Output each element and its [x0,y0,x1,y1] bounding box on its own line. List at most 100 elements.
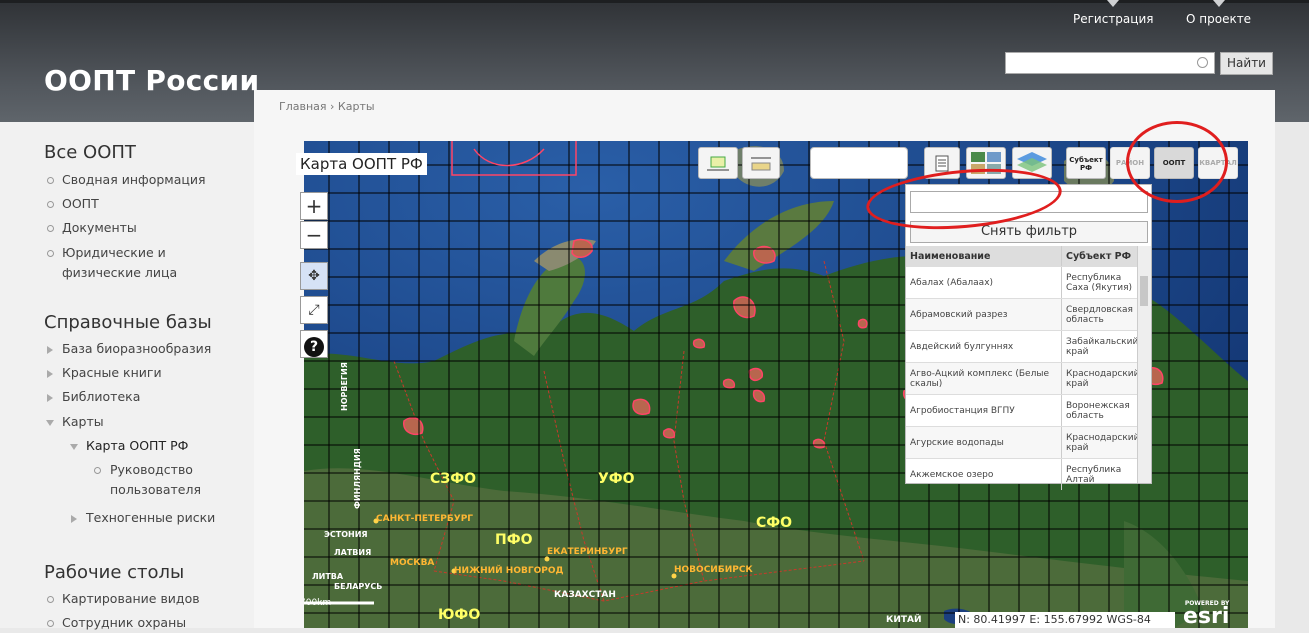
table-row[interactable]: Абрамовский разрез Свердловская область [906,298,1139,330]
label-nnovgorod: НИЖНИЙ НОВГОРОД [454,564,564,576]
register-label[interactable]: Регистрация [1073,12,1153,26]
table-row[interactable]: Авдейский булгуннях Забайкальский край [906,330,1139,362]
bullet-icon [94,467,101,474]
label-ekb: ЕКАТЕРИНБУРГ [547,547,628,557]
map-title: Карта ООПТ РФ [296,153,427,175]
label-belarus: БЕЛАРУСЬ [334,582,382,591]
sidebar-item-library[interactable]: Библиотека [62,387,140,407]
label-szfo: СЗФО [430,471,476,487]
breadcrumb-current[interactable]: Карты [338,100,375,113]
measure-area-icon[interactable] [698,147,738,179]
zoom-out-button[interactable]: − [300,221,328,249]
breadcrumb: Главная › Карты [279,100,375,113]
table-scrollbar[interactable] [1137,246,1151,483]
label-nsk: НОВОСИБИРСК [674,565,753,575]
expand-icon[interactable] [47,346,53,354]
sidebar-item-map-oopt[interactable]: Карта ООПТ РФ [86,436,188,456]
table-header: Наименование Субъект РФ [906,246,1139,266]
cell-subject: Республика Саха (Якутия) [1061,267,1139,298]
sidebar-item-risks[interactable]: Техногенные риски [86,508,215,528]
label-estonia: ЭСТОНИЯ [324,530,368,539]
label-ufo: УФО [598,471,635,487]
table-row[interactable]: Агурские водопады Краснодарский край [906,426,1140,458]
about-link[interactable]: О проекте [1186,0,1251,26]
cell-name: Агурские водопады [910,437,1004,448]
collapse-icon[interactable] [70,444,78,450]
cell-name: Акжемское озеро [910,469,994,480]
oopt-table: Наименование Субъект РФ Абалах (Абалаах)… [906,246,1140,490]
cell-name: Абрамовский разрез [910,309,1008,320]
label-yufo: ЮФО [438,607,480,623]
sidebar-item-summary[interactable]: Сводная информация [62,170,206,190]
sidebar-item-oopt[interactable]: ООПТ [62,194,99,214]
scrollbar-thumb[interactable] [1140,276,1148,306]
bullet-icon [47,225,54,232]
breadcrumb-separator: › [330,100,335,113]
annotation-ellipse [1126,121,1228,203]
scale-label: 700km [304,598,331,608]
expand-icon[interactable] [71,515,77,523]
bullet-icon [47,620,54,627]
sidebar-item-species[interactable]: Картирование видов [62,589,200,609]
bullet-icon [47,201,54,208]
site-title[interactable]: ООПТ России [44,64,259,97]
collapse-icon[interactable] [46,420,54,426]
label-finland: ФИНЛЯНДИЯ [353,448,362,509]
label-kz: КАЗАХСТАН [554,590,616,600]
sidebar-item-legal[interactable]: Юридические и физические лица [62,243,247,283]
label-litva: ЛИТВА [312,572,344,581]
search-button[interactable]: Найти [1220,52,1273,75]
sidebar-item-documents[interactable]: Документы [62,218,137,238]
table-row[interactable]: Агво-Ацкий комплекс (Белые скалы) Краснод… [906,362,1140,394]
cell-name: Авдейский булгуннях [910,341,1014,352]
esri-logo: POWERED BY esri [1183,600,1230,629]
esri-wordmark: esri [1183,604,1230,629]
cell-subject: Республика Алтай [1061,459,1139,490]
search-field[interactable] [810,147,908,179]
cell-subject: Краснодарский край [1061,363,1140,394]
sidebar-heading-all: Все ООПТ [44,142,136,163]
bullet-icon [47,177,54,184]
subject-toggle[interactable]: Субъект РФ [1066,147,1106,179]
sidebar-item-guard[interactable]: Сотрудник охраны [62,613,186,633]
cell-name: Агробиостанция ВГПУ [910,405,1015,416]
expand-icon[interactable] [47,394,53,402]
register-link[interactable]: Регистрация [1073,0,1153,26]
col-name-header[interactable]: Наименование [906,246,1061,266]
coordinates-readout: N: 80.41997 E: 155.67992 WGS-84 [955,612,1175,628]
pan-icon[interactable]: ✥ [300,262,328,290]
table-row[interactable]: Абалах (Абалаах) Республика Саха (Якутия) [906,266,1139,298]
breadcrumb-home[interactable]: Главная [279,100,327,113]
fullscreen-icon[interactable]: ⤢ [300,296,328,324]
bullet-icon [47,250,54,257]
label-spb: САНКТ-ПЕТЕРБУРГ [376,514,473,524]
cell-subject: Краснодарский край [1061,427,1140,458]
label-latvia: ЛАТВИЯ [334,548,371,557]
measure-distance-icon[interactable] [742,147,780,179]
label-moskva: МОСКВА [390,558,434,568]
sidebar-item-redbooks[interactable]: Красные книги [62,363,162,383]
expand-icon[interactable] [47,370,53,378]
cell-subject: Свердловская область [1061,299,1139,330]
help-button[interactable]: ? [300,330,328,358]
sidebar-item-guide[interactable]: Руководство пользователя [110,460,220,500]
cell-subject: Забайкальский край [1061,331,1139,362]
cell-name: Агво-Ацкий комплекс (Белые скалы) [910,368,1049,389]
table-row[interactable]: Акжемское озеро Республика Алтай [906,458,1139,490]
sidebar-item-biodiversity[interactable]: База биоразнообразия [62,339,211,359]
label-pfo: ПФО [495,532,533,548]
about-label[interactable]: О проекте [1186,12,1251,26]
sidebar-heading-desk: Рабочие столы [44,562,185,583]
cell-subject: Воронежская область [1061,395,1139,426]
col-subject-header[interactable]: Субъект РФ [1061,246,1139,266]
search-clear-icon [1197,57,1208,68]
label-sfo: СФО [756,515,792,531]
table-row[interactable]: Агробиостанция ВГПУ Воронежская область [906,394,1139,426]
help-icon[interactable]: ? [304,337,324,357]
zoom-in-button[interactable]: + [300,192,328,220]
search-input[interactable] [1005,52,1215,74]
sidebar-heading-ref: Справочные базы [44,312,212,333]
bullet-icon [47,596,54,603]
label-norway: НОРВЕГИЯ [340,362,349,411]
sidebar-item-maps[interactable]: Карты [62,412,104,432]
